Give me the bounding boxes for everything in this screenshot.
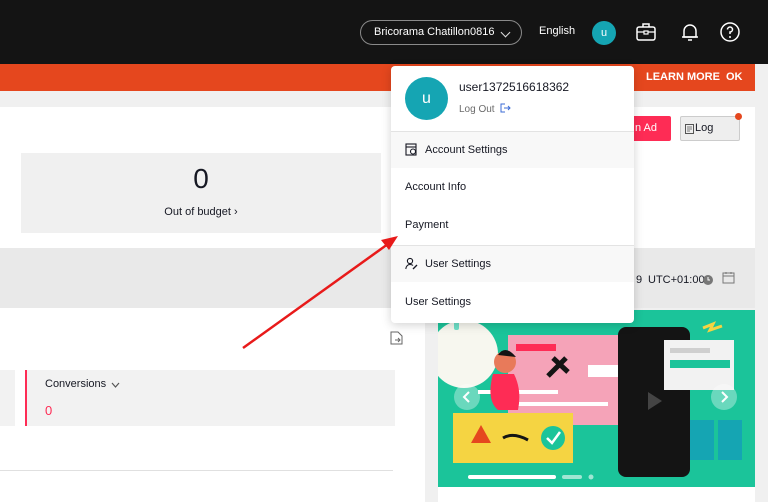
username: user1372516618362: [459, 80, 570, 94]
account-settings-section: Account Settings: [391, 131, 634, 168]
user-settings-icon: [405, 257, 418, 270]
top-navigation-bar: Bricorama Chatillon0816 English u: [0, 0, 768, 64]
bell-icon[interactable]: [679, 21, 701, 43]
user-settings-header: User Settings: [425, 258, 492, 270]
log-icon: [685, 124, 694, 134]
metric-box-partial[interactable]: [0, 370, 15, 426]
carousel-next-button[interactable]: [711, 384, 737, 410]
announcement-banner: LEARN MORE OK: [0, 64, 755, 91]
timezone-label: UTC+01:00: [648, 274, 705, 286]
logout-icon: [500, 103, 512, 113]
export-icon[interactable]: [390, 331, 403, 345]
briefcase-icon[interactable]: [635, 21, 657, 43]
account-settings-icon: [405, 143, 417, 156]
date-range-fragment[interactable]: 9: [636, 274, 642, 286]
user-settings-item[interactable]: User Settings: [405, 296, 471, 308]
log-label: Log: [695, 122, 714, 134]
account-selector[interactable]: Bricorama Chatillon0816: [360, 20, 522, 45]
user-avatar[interactable]: u: [592, 21, 616, 45]
promo-illustration: [438, 310, 755, 487]
payment-item[interactable]: Payment: [405, 219, 448, 231]
account-dropdown-menu: u user1372516618362 Log Out Account Sett…: [391, 66, 634, 323]
promo-caption: [438, 487, 755, 502]
help-icon[interactable]: [719, 21, 741, 43]
clock-icon[interactable]: [703, 275, 713, 285]
dropdown-avatar: u: [405, 77, 448, 120]
banner-ok-button[interactable]: OK: [726, 71, 743, 83]
log-button[interactable]: Log: [680, 116, 740, 141]
chevron-right-icon: [721, 391, 729, 403]
budget-stat: 0 Out of budget ›: [21, 153, 381, 233]
divider: [0, 470, 393, 471]
conversions-label: Conversions: [45, 378, 107, 390]
chevron-left-icon: [462, 391, 470, 403]
overview-card: 0 Out of budget ›: [0, 107, 410, 248]
logout-label: Log Out: [459, 104, 495, 115]
logout-link[interactable]: Log Out: [459, 103, 512, 115]
promo-carousel: [438, 310, 755, 487]
conversions-value: 0: [45, 403, 53, 418]
notification-dot: [735, 113, 742, 120]
user-settings-section: User Settings: [391, 245, 634, 282]
chevron-down-icon[interactable]: [111, 382, 120, 388]
out-of-budget-link[interactable]: Out of budget ›: [21, 206, 381, 218]
carousel-prev-button[interactable]: [454, 384, 480, 410]
calendar-icon[interactable]: [722, 271, 735, 284]
account-name: Bricorama Chatillon0816: [374, 26, 495, 38]
learn-more-link[interactable]: LEARN MORE: [646, 71, 720, 83]
conversions-metric[interactable]: Conversions 0: [25, 370, 395, 426]
language-selector[interactable]: English: [539, 25, 575, 37]
stat-value: 0: [193, 163, 209, 194]
chevron-down-icon: [500, 27, 511, 38]
account-info-item[interactable]: Account Info: [405, 181, 466, 193]
account-settings-header: Account Settings: [425, 144, 508, 156]
